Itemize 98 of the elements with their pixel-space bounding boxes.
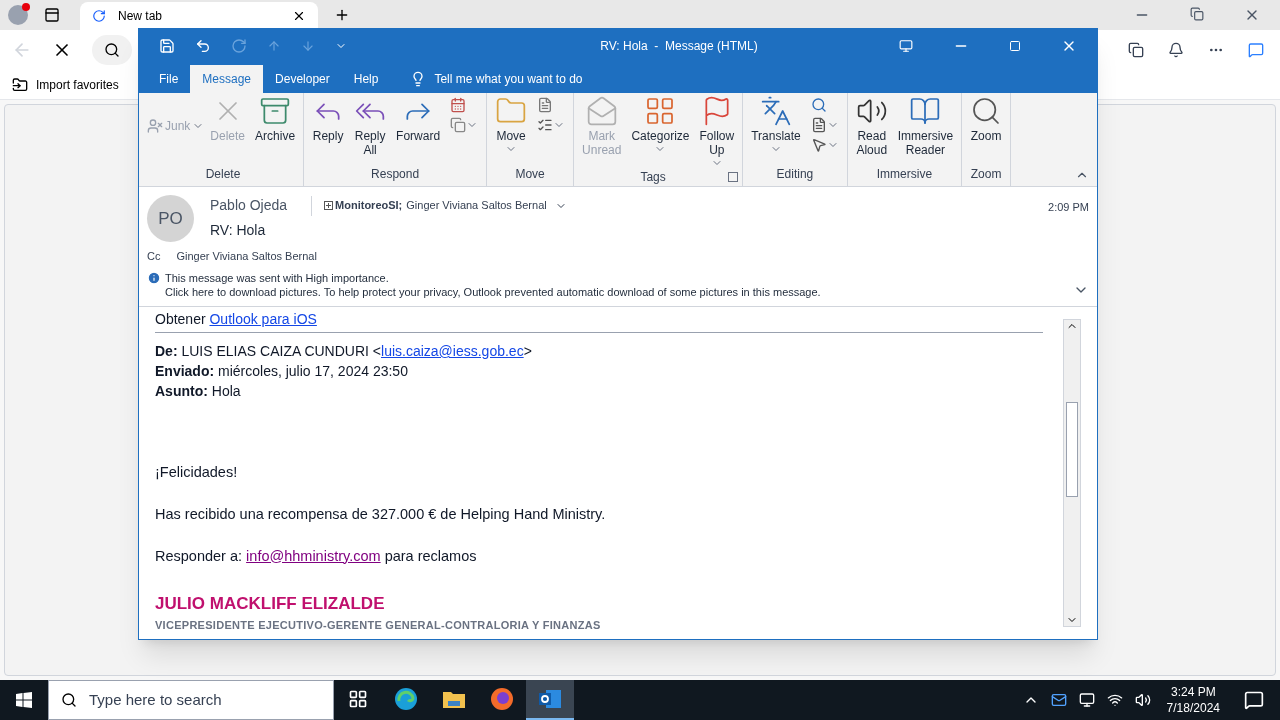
tab-title: New tab bbox=[118, 8, 164, 25]
recipient-name[interactable]: MonitoreoSI; bbox=[335, 197, 403, 214]
ribbon-button[interactable]: Categorize bbox=[627, 93, 694, 169]
windows-icon bbox=[16, 692, 32, 708]
person-icon bbox=[147, 118, 163, 134]
cc-label: Cc bbox=[147, 249, 161, 264]
extensions-icon[interactable] bbox=[1168, 42, 1184, 58]
signature-name: JULIO MACKLIFF ELIZALDE bbox=[155, 593, 386, 616]
link[interactable]: Outlook para iOS bbox=[209, 311, 317, 327]
new-tab-icon[interactable] bbox=[334, 7, 350, 23]
ribbon-button[interactable]: Forward bbox=[392, 93, 445, 166]
translate-icon bbox=[759, 95, 792, 127]
ribbon-button[interactable]: Archive bbox=[251, 93, 300, 166]
unread-icon bbox=[585, 95, 618, 127]
import-icon bbox=[12, 76, 28, 93]
ribbon-button[interactable]: Reply bbox=[308, 93, 349, 166]
select-icon bbox=[810, 137, 827, 153]
find-icon bbox=[810, 97, 827, 113]
restore-icon[interactable] bbox=[1190, 7, 1204, 21]
info-icon bbox=[147, 270, 161, 285]
ribbon-button[interactable]: Reply All bbox=[350, 93, 391, 166]
ribbon-group-label: Delete bbox=[204, 166, 242, 183]
ribbon-button[interactable]: Zoom bbox=[966, 93, 1007, 166]
close-icon[interactable] bbox=[292, 9, 306, 23]
ribbon-group-label: Move bbox=[514, 166, 546, 183]
volume-icon[interactable] bbox=[1134, 692, 1151, 708]
info-bar-text[interactable]: This message was sent with High importance. bbox=[165, 270, 821, 285]
ribbon-button[interactable]: Translate bbox=[747, 93, 805, 166]
ribbon-button[interactable]: Read Aloud bbox=[851, 93, 892, 166]
recipient-name[interactable]: Ginger Viviana Saltos Bernal bbox=[406, 197, 547, 214]
undo-icon[interactable] bbox=[195, 38, 211, 54]
firefox-icon bbox=[490, 687, 514, 711]
tab-actions-icon[interactable] bbox=[44, 7, 60, 23]
expand-icon[interactable] bbox=[324, 201, 334, 210]
tell-me-field[interactable]: Tell me what you want to do bbox=[398, 65, 595, 93]
ribbon-group-label: Respond bbox=[370, 166, 421, 183]
search-icon bbox=[104, 42, 120, 58]
ribbon-tab[interactable]: File bbox=[147, 65, 191, 93]
dialog-launcher-icon[interactable] bbox=[728, 172, 739, 182]
browser-icon bbox=[394, 687, 418, 711]
email-link[interactable]: info@hhministry.com bbox=[246, 547, 381, 564]
address-bar[interactable] bbox=[92, 35, 132, 65]
rules-icon bbox=[537, 117, 554, 133]
message-subject: RV: Hola bbox=[210, 221, 267, 240]
ribbon-tab[interactable]: Developer bbox=[263, 65, 342, 93]
header-field-text: De: LUIS ELIAS CAIZA CUNDURI <luis.caiza@iess.gob.ec> bbox=[155, 342, 533, 361]
body-text: Responder a: info@hhministry.com para reclamos bbox=[155, 546, 478, 566]
ribbon-tab[interactable]: Message bbox=[190, 65, 264, 93]
archive-icon bbox=[259, 95, 292, 127]
meeting-icon bbox=[450, 97, 467, 113]
network-icon[interactable] bbox=[1078, 692, 1095, 708]
ribbon-icon-button[interactable] bbox=[450, 117, 479, 133]
search-input[interactable]: Type here to search bbox=[89, 688, 321, 712]
avatar: PO bbox=[147, 195, 194, 242]
search-icon bbox=[61, 692, 77, 708]
ribbon-button[interactable]: Move bbox=[491, 93, 532, 166]
sender-name: Pablo Ojeda bbox=[210, 196, 288, 215]
task-view-icon bbox=[348, 689, 368, 709]
notifications-icon[interactable] bbox=[1244, 690, 1264, 710]
scroll-thumb[interactable] bbox=[1066, 402, 1078, 497]
window-title: RV: Hola - Message (HTML) bbox=[599, 38, 759, 55]
maximize-icon[interactable] bbox=[1009, 40, 1021, 52]
body-text: Has recibido una recompensa de 327.000 € de Helping Hand Ministry. bbox=[155, 504, 607, 524]
ribbon-display-icon[interactable] bbox=[899, 39, 913, 53]
ribbon-icon-button[interactable] bbox=[810, 117, 839, 133]
taskbar-search-field[interactable]: Type here to search bbox=[48, 680, 334, 720]
collections-icon[interactable] bbox=[1128, 42, 1144, 58]
ribbon-button[interactable]: Follow Up bbox=[695, 93, 739, 169]
email-link[interactable]: luis.caiza@iess.gob.ec bbox=[381, 343, 524, 359]
ribbon-group-label: Tags bbox=[639, 169, 667, 186]
outlook-icon bbox=[538, 688, 562, 710]
scrollbar[interactable] bbox=[1063, 319, 1081, 627]
clock[interactable]: 3:24 PM 7/18/2024 bbox=[1158, 684, 1228, 716]
save-icon[interactable] bbox=[159, 38, 175, 54]
ribbon-icon-button[interactable] bbox=[810, 137, 839, 153]
body-text: Obtener Outlook para iOS bbox=[155, 311, 317, 327]
info-bar-text[interactable]: Click here to download pictures. To help protect your privacy, Outlook prevented automatic download of some pictures in this message. bbox=[165, 284, 821, 299]
ribbon-icon-button[interactable] bbox=[537, 117, 566, 133]
ribbon-group-label: Immersive bbox=[875, 166, 934, 183]
loading-icon bbox=[92, 9, 106, 23]
copilot-icon[interactable] bbox=[1248, 42, 1264, 58]
ribbon-tab[interactable]: Help bbox=[341, 65, 391, 93]
message-time: 2:09 PM bbox=[1048, 200, 1089, 215]
profile-icon[interactable] bbox=[8, 5, 28, 25]
folder-icon bbox=[442, 689, 466, 709]
signature-title: VICEPRESIDENTE EJECUTIVO-GERENTE GENERAL-CONTRALORIA Y FINANZAS bbox=[155, 617, 602, 633]
ribbon-group-label: Editing bbox=[775, 166, 815, 183]
body-text: ¡Felicidades! bbox=[155, 463, 239, 482]
ribbon-group-label: Zoom bbox=[969, 166, 1003, 183]
favorites-link[interactable]: Import favorites bbox=[12, 75, 119, 94]
header-field-text: Asunto: Hola bbox=[155, 382, 242, 401]
ribbon-button[interactable]: Immersive Reader bbox=[893, 93, 958, 166]
header-field-text: Enviado: miércoles, julio 17, 2024 23:50 bbox=[155, 362, 409, 381]
browser-tab[interactable]: New tab bbox=[80, 2, 318, 30]
cc-value: Ginger Viviana Saltos Bernal bbox=[176, 249, 317, 264]
mail-icon[interactable] bbox=[1050, 692, 1067, 708]
wifi-icon[interactable] bbox=[1106, 692, 1123, 708]
reader-icon bbox=[909, 95, 942, 127]
